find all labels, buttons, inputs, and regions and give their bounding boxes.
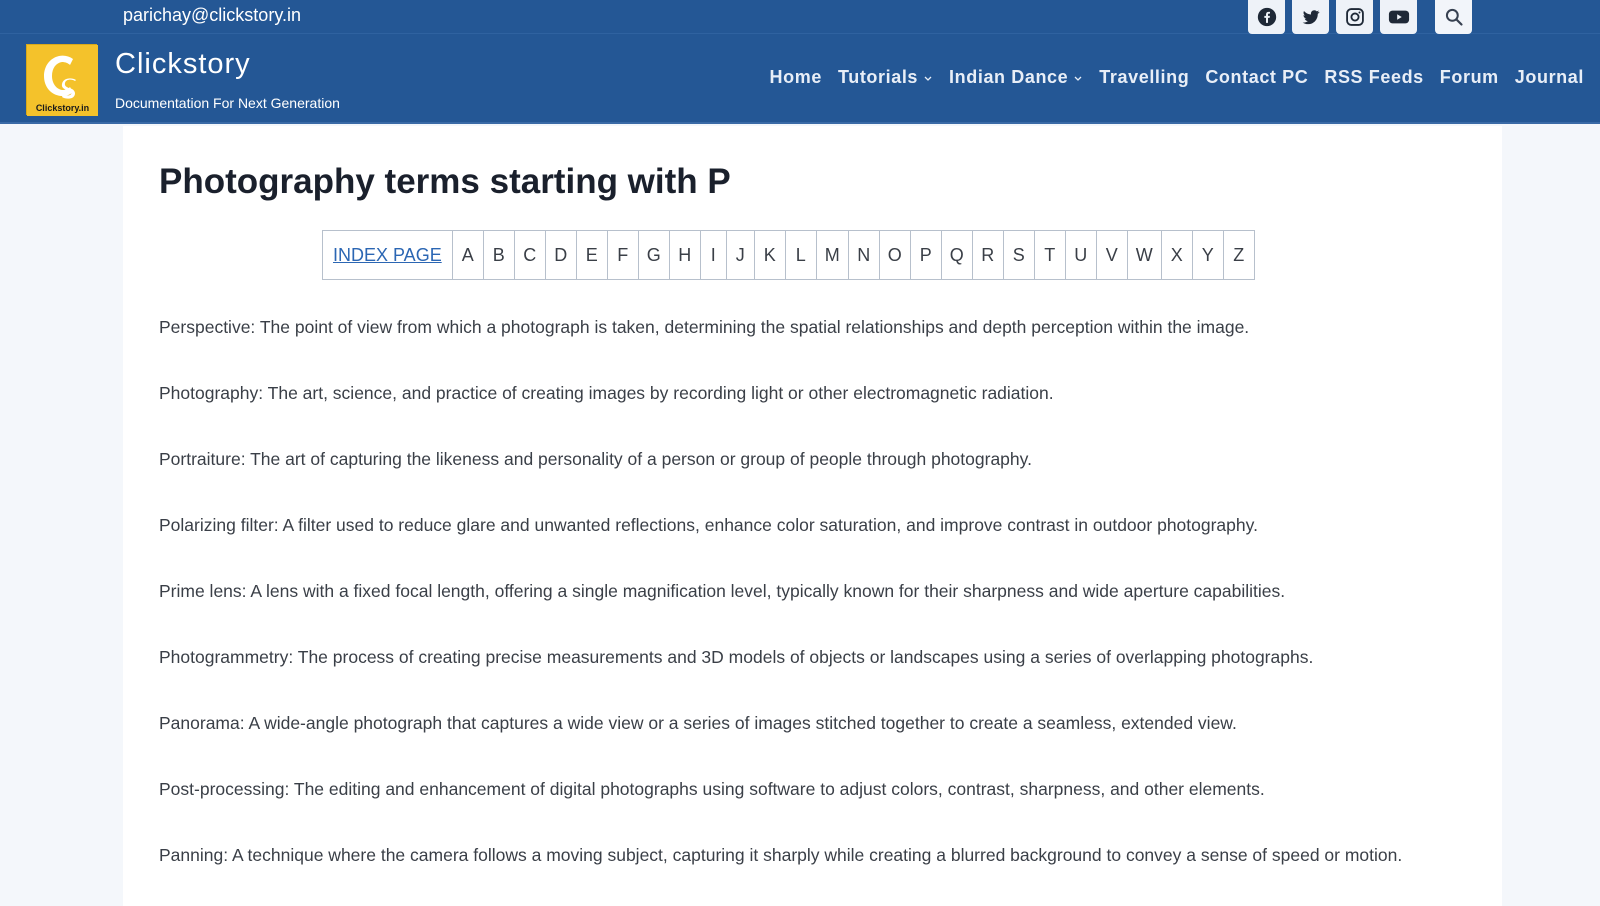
term-entry: Post-processing: The editing and enhance…	[159, 779, 1265, 799]
nav-journal[interactable]: Journal	[1507, 67, 1592, 88]
term-entry: Portraiture: The art of capturing the li…	[159, 449, 1032, 469]
letter-link-g[interactable]: G	[637, 231, 669, 279]
letter-link-w[interactable]: W	[1126, 231, 1161, 279]
letter-link-c[interactable]: C	[513, 231, 545, 279]
nav-label: Indian Dance	[949, 67, 1069, 87]
term-entry: Photography: The art, science, and pract…	[159, 383, 1054, 403]
letter-link-d[interactable]: D	[544, 231, 576, 279]
nav-label: Contact PC	[1205, 67, 1309, 87]
term-entry: Prime lens: A lens with a fixed focal le…	[159, 581, 1286, 601]
clickstory-logo-icon: Clickstory.in	[27, 45, 98, 116]
alphabet-nav: INDEX PAGE A B C D E F G H I J K L M N O…	[322, 230, 1255, 280]
nav-label: Home	[769, 67, 822, 87]
nav-tutorials[interactable]: Tutorials	[830, 67, 941, 88]
youtube-icon	[1388, 10, 1409, 24]
nav-forum[interactable]: Forum	[1432, 67, 1507, 88]
letter-link-k[interactable]: K	[753, 231, 785, 279]
letter-link-s[interactable]: S	[1002, 231, 1034, 279]
youtube-button[interactable]	[1380, 0, 1417, 34]
page-title: Photography terms starting with P	[159, 162, 731, 201]
letter-link-v[interactable]: V	[1095, 231, 1127, 279]
nav-label: Tutorials	[837, 67, 919, 87]
instagram-button[interactable]	[1336, 0, 1373, 34]
svg-text:Clickstory.in: Clickstory.in	[36, 103, 89, 113]
nav-label: RSS Feeds	[1324, 67, 1424, 87]
letter-link-j[interactable]: J	[725, 231, 754, 279]
facebook-button[interactable]	[1248, 0, 1285, 34]
term-entry: Panorama: A wide-angle photograph that c…	[159, 713, 1237, 733]
letter-link-t[interactable]: T	[1033, 231, 1065, 279]
term-entry: Polarizing filter: A filter used to redu…	[159, 515, 1258, 535]
nav-rss-feeds[interactable]: RSS Feeds	[1316, 67, 1431, 88]
main-content: Photography terms starting with P INDEX …	[123, 126, 1502, 906]
terms-list: Perspective: The point of view from whic…	[159, 312, 1439, 906]
top-bar: parichay@clickstory.in	[0, 0, 1600, 34]
chevron-down-icon	[1074, 76, 1082, 81]
contact-email[interactable]: parichay@clickstory.in	[123, 5, 301, 26]
nav-label: Journal	[1514, 67, 1584, 87]
twitter-button[interactable]	[1292, 0, 1329, 34]
letter-link-a[interactable]: A	[451, 231, 483, 279]
nav-contact-pc[interactable]: Contact PC	[1197, 67, 1316, 88]
letter-link-m[interactable]: M	[815, 231, 848, 279]
letter-link-u[interactable]: U	[1064, 231, 1096, 279]
site-logo[interactable]: Clickstory.in	[26, 44, 98, 116]
letter-link-z[interactable]: Z	[1222, 231, 1254, 279]
letter-link-e[interactable]: E	[575, 231, 607, 279]
letter-link-l[interactable]: L	[784, 231, 816, 279]
letter-link-i[interactable]: I	[699, 231, 726, 279]
letter-link-o[interactable]: O	[878, 231, 910, 279]
letter-link-x[interactable]: X	[1160, 231, 1192, 279]
site-title[interactable]: Clickstory	[115, 48, 251, 81]
letter-link-q[interactable]: Q	[940, 231, 972, 279]
twitter-icon	[1302, 10, 1319, 25]
facebook-icon	[1257, 7, 1276, 27]
nav-home[interactable]: Home	[762, 67, 830, 88]
term-entry: Perspective: The point of view from whic…	[159, 317, 1250, 337]
site-tagline: Documentation For Next Generation	[115, 95, 340, 111]
nav-label: Travelling	[1099, 67, 1190, 87]
site-header: Clickstory.in Clickstory Documentation F…	[0, 34, 1600, 124]
index-page-link[interactable]: INDEX PAGE	[323, 231, 452, 279]
nav-travelling[interactable]: Travelling	[1091, 67, 1197, 88]
main-nav: Home Tutorials Indian Dance Travelling C…	[762, 67, 1592, 88]
term-entry: Photogrammetry: The process of creating …	[159, 647, 1314, 667]
search-button[interactable]	[1435, 0, 1472, 34]
letter-link-y[interactable]: Y	[1191, 231, 1223, 279]
letter-link-f[interactable]: F	[606, 231, 638, 279]
search-icon	[1445, 8, 1463, 26]
nav-indian-dance[interactable]: Indian Dance	[941, 67, 1091, 88]
term-entry: Panning: A technique where the camera fo…	[159, 845, 1403, 865]
instagram-icon	[1345, 8, 1364, 26]
letter-link-n[interactable]: N	[847, 231, 879, 279]
nav-label: Forum	[1439, 67, 1499, 87]
social-links	[1248, 0, 1472, 34]
letter-link-p[interactable]: P	[909, 231, 941, 279]
chevron-down-icon	[924, 76, 932, 81]
letter-link-h[interactable]: H	[668, 231, 700, 279]
letter-link-r[interactable]: R	[971, 231, 1003, 279]
letter-link-b[interactable]: B	[482, 231, 514, 279]
